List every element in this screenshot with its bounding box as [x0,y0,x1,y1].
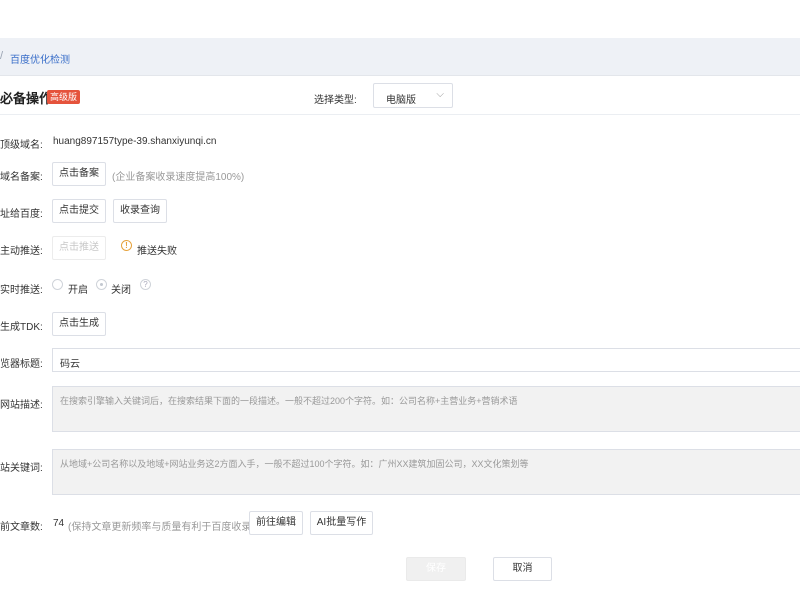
tdk-label: 生成TDK: [0,322,43,333]
articles-hint: (保持文章更新频率与质量有利于百度收录) [68,522,255,533]
push-status: 推送失败 [137,246,177,257]
icp-hint: (企业备案收录速度提高100%) [112,172,245,183]
domain-label: 顶级域名: [0,140,43,151]
description-placeholder: 在搜索引擎输入关键词后，在搜索结果下面的一段描述。一般不超过200个字符。如：公… [60,396,518,406]
icp-button[interactable]: 点击备案 [52,162,106,186]
top-header [0,0,800,38]
article-count: 74 [53,518,65,529]
realtime-push-label: 实时推送: [0,285,43,296]
active-push-button[interactable]: 点击推送 [52,236,106,260]
browser-title-input[interactable]: 码云 [52,348,800,372]
browser-title-label: 览器标题: [0,359,43,370]
submit-baidu-button[interactable]: 点击提交 [52,199,106,223]
type-select-label: 选择类型: [314,95,357,106]
submit-baidu-label: 址给百度: [0,209,43,220]
divider [0,114,800,115]
type-select[interactable]: 电脑版 ⌵ [373,83,453,108]
breadcrumb-current[interactable]: 百度优化检测 [10,51,70,66]
section-title: 必备操作 [0,91,53,106]
description-textarea[interactable]: 在搜索引擎输入关键词后，在搜索结果下面的一段描述。一般不超过200个字符。如：公… [52,386,800,432]
premium-badge: 高级版 [47,90,81,104]
type-select-value: 电脑版 [386,95,416,106]
domain-value: huang897157type-39.shanxiyunqi.cn [53,136,217,147]
radio-on-label: 开启 [68,285,88,296]
ai-batch-write-button[interactable]: AI批量写作 [310,511,373,535]
browser-title-value: 码云 [60,359,80,370]
breadcrumb-bar [0,38,800,76]
description-label: 网站描述: [0,400,43,411]
radio-off-label: 关闭 [111,285,131,296]
radio-on[interactable] [52,279,63,290]
chevron-down-icon: ⌵ [436,89,444,100]
cancel-button[interactable]: 取消 [493,557,552,581]
edit-articles-button[interactable]: 前往编辑 [249,511,303,535]
warning-icon: ! [121,240,132,251]
generate-tdk-button[interactable]: 点击生成 [52,312,106,336]
articles-label: 前文章数: [0,522,43,533]
keywords-label: 站关键词: [0,463,43,474]
icp-label: 域名备案: [0,172,43,183]
radio-off[interactable] [96,279,107,290]
index-query-button[interactable]: 收录查询 [113,199,167,223]
active-push-label: 主动推送: [0,246,43,257]
help-icon[interactable]: ? [140,279,151,290]
keywords-placeholder: 从地域+公司名称以及地域+网站业务这2方面入手，一般不超过100个字符。如：广州… [60,459,529,469]
save-button[interactable]: 保存 [406,557,466,581]
breadcrumb-separator: / [0,50,4,62]
keywords-textarea[interactable]: 从地域+公司名称以及地域+网站业务这2方面入手，一般不超过100个字符。如：广州… [52,449,800,495]
